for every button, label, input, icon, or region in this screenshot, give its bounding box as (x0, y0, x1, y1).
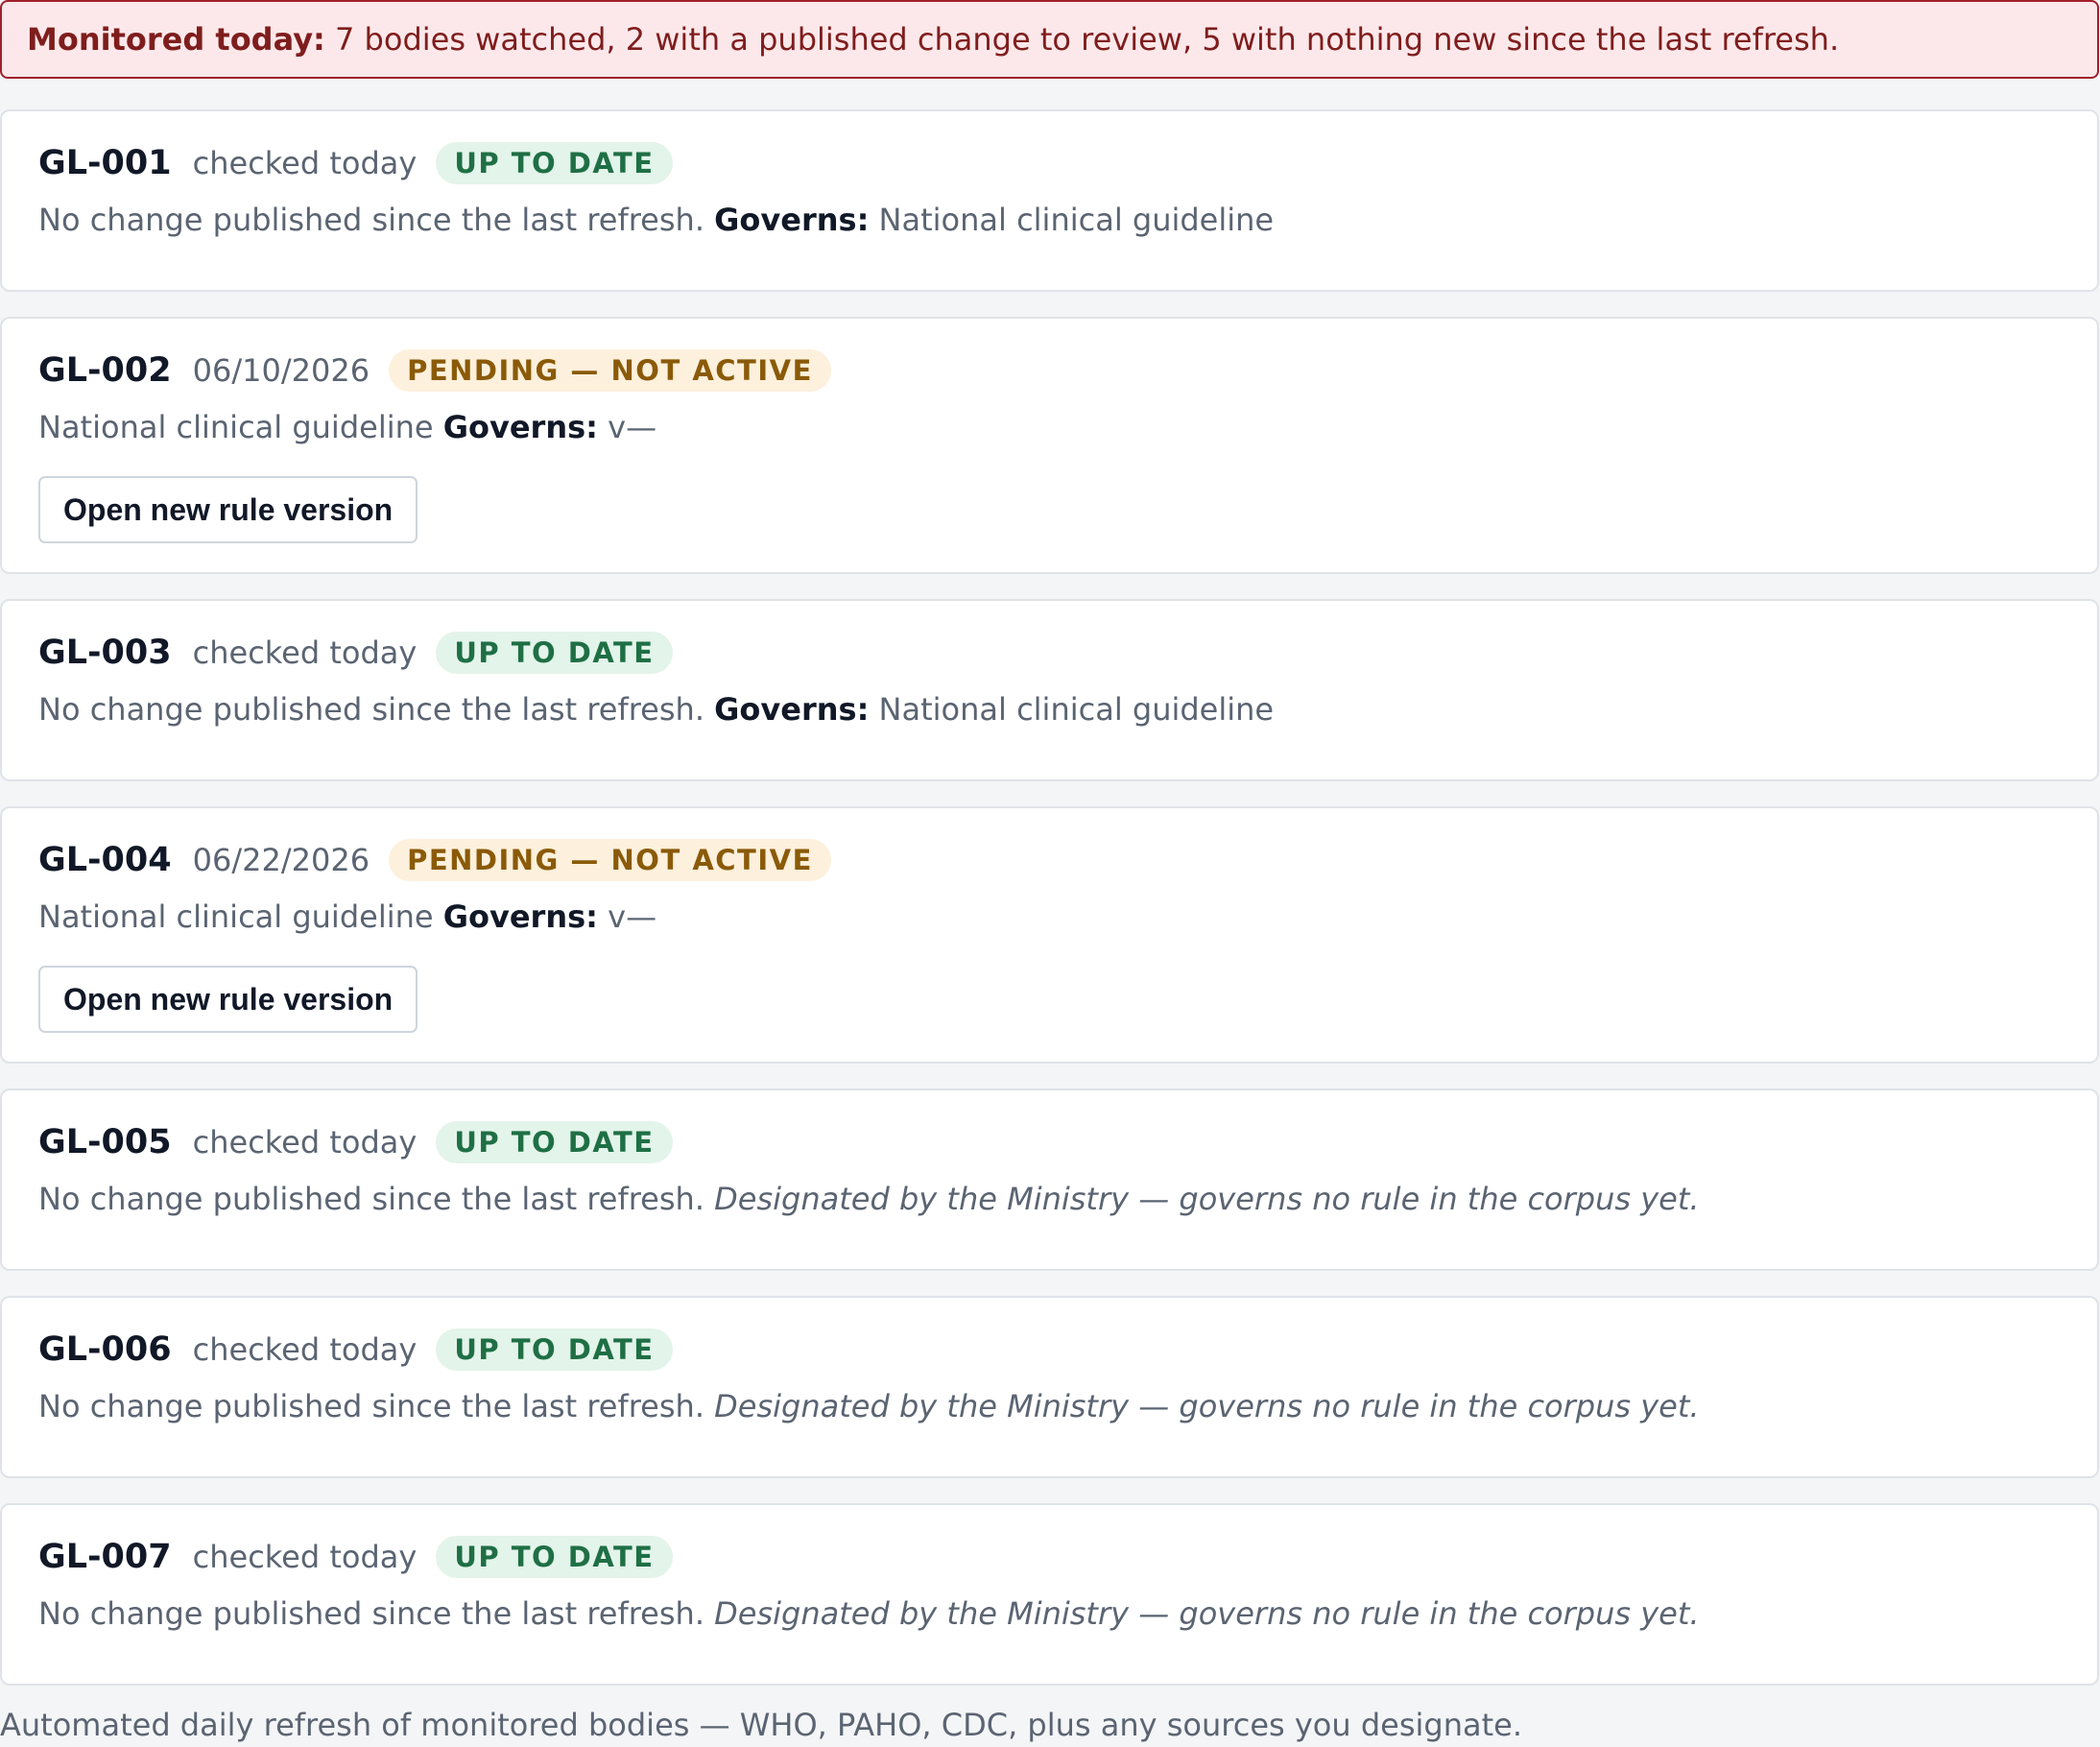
designated-note: Designated by the Ministry — governs no … (714, 1595, 1700, 1632)
description-text: National clinical guideline (38, 898, 434, 935)
open-new-rule-version-button[interactable]: Open new rule version (38, 966, 418, 1033)
status-badge: UP TO DATE (436, 1328, 673, 1371)
checked-date: checked today (192, 1331, 418, 1368)
status-badge: PENDING — NOT ACTIVE (389, 839, 831, 881)
monitor-page: Monitored today: 7 bodies watched, 2 wit… (0, 0, 2100, 1743)
checked-date: checked today (192, 1539, 418, 1575)
body-code: GL-004 (38, 841, 172, 879)
body-code: GL-005 (38, 1123, 172, 1161)
change-date: 06/22/2026 (192, 842, 370, 878)
summary-banner: Monitored today: 7 bodies watched, 2 wit… (0, 0, 2099, 79)
body-description: No change published since the last refre… (38, 1388, 1700, 1424)
description-text: No change published since the last refre… (38, 1595, 704, 1632)
description-text: No change published since the last refre… (38, 202, 704, 238)
open-new-rule-version-button[interactable]: Open new rule version (38, 476, 418, 543)
description-text: National clinical guideline (38, 409, 434, 445)
status-badge: UP TO DATE (436, 632, 673, 674)
body-description: National clinical guideline Governs: v— (38, 409, 656, 445)
body-code: GL-007 (38, 1538, 172, 1576)
checked-date: checked today (192, 1124, 418, 1161)
checked-date: checked today (192, 145, 418, 181)
summary-banner-text: 7 bodies watched, 2 with a published cha… (324, 21, 1840, 58)
governs-value: v— (608, 898, 657, 935)
status-badge: PENDING — NOT ACTIVE (389, 349, 831, 392)
body-description: No change published since the last refre… (38, 1595, 1700, 1632)
governs-value: v— (608, 409, 657, 445)
status-badge: UP TO DATE (436, 142, 673, 184)
body-code: GL-006 (38, 1330, 172, 1369)
designated-note: Designated by the Ministry — governs no … (714, 1388, 1700, 1424)
governs-value: National clinical guideline (878, 202, 1275, 238)
change-date: 06/10/2026 (192, 352, 370, 389)
description-text: No change published since the last refre… (38, 691, 704, 728)
body-card-gl-002: GL-002 06/10/2026 PENDING — NOT ACTIVE N… (0, 317, 2099, 574)
governs-label: Governs: (442, 409, 598, 445)
status-badge: UP TO DATE (436, 1536, 673, 1578)
body-code: GL-003 (38, 634, 172, 672)
body-description: No change published since the last refre… (38, 691, 1274, 728)
checked-date: checked today (192, 634, 418, 671)
body-code: GL-001 (38, 144, 172, 182)
monitored-bodies-list: GL-001 checked today UP TO DATE No chang… (0, 109, 2100, 1686)
governs-label: Governs: (714, 202, 870, 238)
designated-note: Designated by the Ministry — governs no … (714, 1181, 1700, 1217)
status-badge: UP TO DATE (436, 1121, 673, 1163)
body-code: GL-002 (38, 351, 172, 390)
body-description: No change published since the last refre… (38, 202, 1274, 238)
governs-label: Governs: (714, 691, 870, 728)
description-text: No change published since the last refre… (38, 1181, 704, 1217)
governs-value: National clinical guideline (878, 691, 1275, 728)
body-description: No change published since the last refre… (38, 1181, 1700, 1217)
body-card-gl-006: GL-006 checked today UP TO DATE No chang… (0, 1296, 2099, 1478)
description-text: No change published since the last refre… (38, 1388, 704, 1424)
body-card-gl-005: GL-005 checked today UP TO DATE No chang… (0, 1089, 2099, 1271)
summary-banner-lead: Monitored today: (27, 21, 325, 58)
body-card-gl-007: GL-007 checked today UP TO DATE No chang… (0, 1503, 2099, 1686)
body-description: National clinical guideline Governs: v— (38, 898, 656, 935)
body-card-gl-004: GL-004 06/22/2026 PENDING — NOT ACTIVE N… (0, 806, 2099, 1064)
body-card-gl-001: GL-001 checked today UP TO DATE No chang… (0, 109, 2099, 292)
refresh-footnote: Automated daily refresh of monitored bod… (0, 1707, 1522, 1743)
governs-label: Governs: (442, 898, 598, 935)
body-card-gl-003: GL-003 checked today UP TO DATE No chang… (0, 599, 2099, 781)
